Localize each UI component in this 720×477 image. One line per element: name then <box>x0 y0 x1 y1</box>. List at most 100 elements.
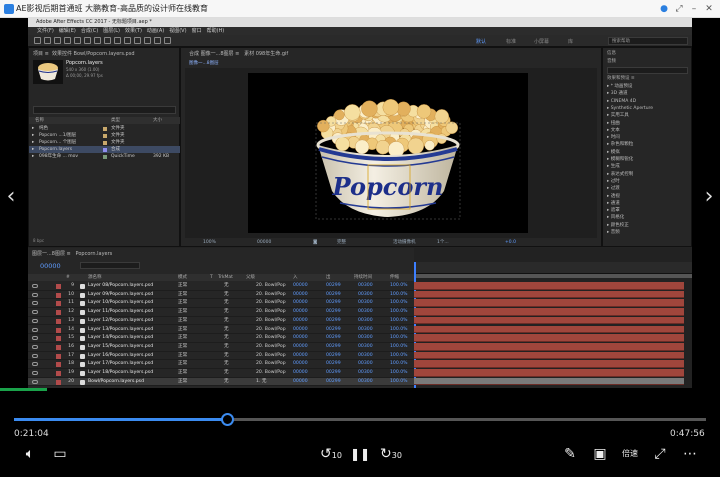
layer-parent[interactable]: 20. Bowl/Pop <box>256 291 286 300</box>
layer-mode[interactable]: 正常 <box>178 360 187 369</box>
effect-category[interactable]: ▸ 音频 <box>607 230 620 236</box>
layer-duration[interactable]: 00300 <box>358 291 373 300</box>
hand-tool-icon[interactable] <box>44 37 51 44</box>
info-tab[interactable]: 信息 <box>607 50 616 56</box>
project-item[interactable]: ▸ Popcorn.layers 合成 <box>29 146 181 153</box>
effect-category[interactable]: ▸ CINEMA 4D <box>607 99 636 105</box>
layer-mode[interactable]: 正常 <box>178 326 187 335</box>
effect-category[interactable]: ▸ 透视 <box>607 194 620 200</box>
layer-label-color[interactable] <box>56 318 61 324</box>
layer-out[interactable]: 00299 <box>326 299 341 308</box>
layer-in[interactable]: 00000 <box>293 378 308 387</box>
zoom-select[interactable]: 100% <box>203 239 216 247</box>
layer-bar[interactable] <box>414 342 684 351</box>
layer-bar[interactable] <box>414 325 684 334</box>
layer-mode[interactable]: 正常 <box>178 317 187 326</box>
layer-label-color[interactable] <box>56 379 61 385</box>
visibility-icon[interactable] <box>32 301 38 306</box>
visibility-icon[interactable] <box>32 353 38 358</box>
layer-in[interactable]: 00000 <box>293 352 308 361</box>
layer-trkmat[interactable]: 无 <box>224 317 229 326</box>
project-item[interactable]: ▸ Popcorn ...1/图层 文件夹 <box>29 132 181 139</box>
layer-parent[interactable]: 20. Bowl/Pop <box>256 360 286 369</box>
comp-canvas[interactable]: Popcorn <box>248 73 528 233</box>
layer-parent[interactable]: 20. Bowl/Pop <box>256 317 286 326</box>
layer-label-color[interactable] <box>56 336 61 342</box>
layer-trkmat[interactable]: 无 <box>224 299 229 308</box>
layer-bar[interactable] <box>414 299 684 308</box>
layer-stretch[interactable]: 100.0% <box>390 352 408 361</box>
layer-duration[interactable]: 00300 <box>358 352 373 361</box>
snapshot-icon[interactable]: ◙ <box>313 239 317 247</box>
layer-out[interactable]: 00299 <box>326 308 341 317</box>
speed-button[interactable]: 倍速 <box>620 444 640 464</box>
layer-trkmat[interactable]: 无 <box>224 291 229 300</box>
layer-duration[interactable]: 00300 <box>358 282 373 291</box>
layer-parent[interactable]: 20. Bowl/Pop <box>256 299 286 308</box>
ae-menu-item[interactable]: 窗口 <box>192 28 202 34</box>
zoom-tool-icon[interactable] <box>54 37 61 44</box>
visibility-icon[interactable] <box>32 310 38 315</box>
progress-knob[interactable] <box>221 413 235 426</box>
visibility-icon[interactable] <box>32 344 38 349</box>
layer-row[interactable]: 18 Layer 17/Popcorn.layers.psd 正常 无 20. Bowl… <box>28 360 414 369</box>
brush-tool-icon[interactable] <box>124 37 131 44</box>
layer-in[interactable]: 00000 <box>293 299 308 308</box>
ae-menu-item[interactable]: 效果(T) <box>125 28 142 34</box>
layer-mode[interactable]: 正常 <box>178 282 187 291</box>
project-item[interactable]: ▸ 098年生命 ... mov QuickTime 392 KB <box>29 153 181 160</box>
layer-in[interactable]: 00000 <box>293 343 308 352</box>
effect-category[interactable]: ▸ 扭曲 <box>607 121 620 127</box>
layer-in[interactable]: 00000 <box>293 282 308 291</box>
layer-row[interactable]: 10 Layer 09/Popcorn.layers.psd 正常 无 20. Bowl… <box>28 291 414 300</box>
visibility-icon[interactable] <box>32 336 38 341</box>
layer-row[interactable]: 19 Layer 18/Popcorn.layers.psd 正常 无 20. Bowl… <box>28 369 414 378</box>
layer-bar[interactable] <box>414 282 684 290</box>
timeline-timecode[interactable]: 00000 <box>40 262 61 270</box>
layer-bar[interactable] <box>414 316 684 325</box>
label-swatch[interactable] <box>103 141 107 145</box>
effects-search-input[interactable] <box>607 67 688 74</box>
pen-tool-icon[interactable] <box>104 37 111 44</box>
visibility-icon[interactable] <box>32 292 38 297</box>
layer-stretch[interactable]: 100.0% <box>390 326 408 335</box>
effect-category[interactable]: ▸ Synthetic Aperture <box>607 106 653 112</box>
subtitles-icon[interactable]: ▭ <box>50 444 70 464</box>
layer-stretch[interactable]: 100.0% <box>390 343 408 352</box>
text-tool-icon[interactable] <box>114 37 121 44</box>
effect-category[interactable]: ▸ * 动画预设 <box>607 84 632 90</box>
layer-in[interactable]: 00000 <box>293 308 308 317</box>
layer-mode[interactable]: 正常 <box>178 299 187 308</box>
layer-stretch[interactable]: 100.0% <box>390 308 408 317</box>
layer-bar[interactable] <box>414 369 684 377</box>
visibility-icon[interactable] <box>32 362 38 367</box>
ae-menu-item[interactable]: 图层(L) <box>103 28 120 34</box>
project-search-input[interactable] <box>33 106 176 114</box>
effect-category[interactable]: ▸ 通道 <box>607 201 620 207</box>
layer-parent[interactable]: 20. Bowl/Pop <box>256 352 286 361</box>
project-bpc[interactable]: 8 bpc <box>33 238 44 243</box>
pan-tool-icon[interactable] <box>84 37 91 44</box>
layer-label-color[interactable] <box>56 284 61 289</box>
layer-trkmat[interactable]: 无 <box>224 334 229 343</box>
layer-stretch[interactable]: 100.0% <box>390 360 408 369</box>
prev-arrow-icon[interactable]: ‹ <box>2 186 20 208</box>
layer-trkmat[interactable]: 无 <box>224 352 229 361</box>
effect-category[interactable]: ▸ 杂色和颗粒 <box>607 142 633 148</box>
layer-bar[interactable] <box>414 308 684 316</box>
layer-trkmat[interactable]: 无 <box>224 343 229 352</box>
popcorn-bowl-image[interactable]: Popcorn <box>248 73 528 233</box>
timeline-tabs[interactable]: 图层一...8图层 ≡ Popcorn.layers <box>32 250 112 257</box>
workspace-standard[interactable]: 标准 <box>506 38 516 45</box>
pip-icon[interactable]: ▣ <box>590 444 610 464</box>
effect-category[interactable]: ▸ 过时 <box>607 179 620 185</box>
effect-category[interactable]: ▸ 表达式控制 <box>607 172 633 178</box>
layer-in[interactable]: 00000 <box>293 334 308 343</box>
effect-category[interactable]: ▸ 生成 <box>607 164 620 170</box>
timeline-search-input[interactable] <box>80 262 140 269</box>
audio-tab[interactable]: 音频 <box>607 58 616 64</box>
effect-category[interactable]: ▸ 实用工具 <box>607 113 629 119</box>
layer-duration[interactable]: 00300 <box>358 334 373 343</box>
project-tabs[interactable]: 项目 ≡ 效果控件 Bowl/Popcorn.layers.psd <box>33 50 135 57</box>
layer-trkmat[interactable]: 无 <box>224 360 229 369</box>
